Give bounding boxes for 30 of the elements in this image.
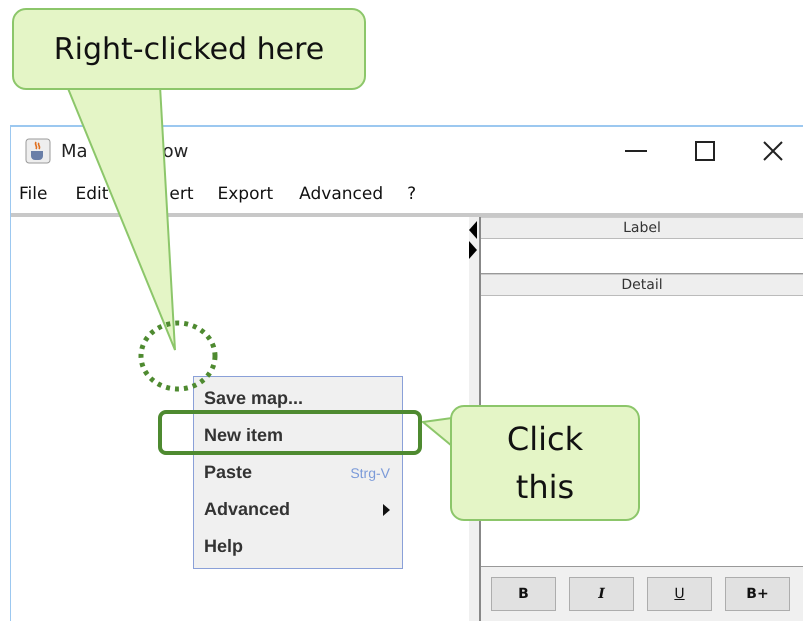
menu-item[interactable]: File <box>17 184 50 204</box>
context-menu-item[interactable]: New item <box>194 417 402 454</box>
menu-item[interactable]: Export <box>216 184 276 204</box>
column-header: Detail <box>481 274 803 296</box>
window-title: ow <box>162 140 188 162</box>
callout-tooltip: Click this <box>450 405 640 521</box>
shortcut-hint: Strg-V <box>350 464 390 480</box>
close-icon[interactable] <box>763 141 783 161</box>
context-menu-item[interactable]: Help <box>194 528 402 565</box>
menu-item[interactable]: ert <box>167 184 196 204</box>
context-menu-item[interactable]: Save map... <box>194 380 402 417</box>
collapse-left-icon[interactable] <box>469 221 477 239</box>
italic-button[interactable]: I <box>569 577 634 611</box>
menu-item[interactable]: ? <box>405 184 418 204</box>
label-field[interactable] <box>481 239 803 274</box>
context-menu-item[interactable]: Paste Strg-V <box>194 454 402 491</box>
column-header: Label <box>481 217 803 239</box>
menu-item[interactable]: Advanced <box>297 184 386 204</box>
underline-button[interactable]: U <box>647 577 712 611</box>
context-menu-item[interactable]: Advanced <box>194 491 402 528</box>
callout-tooltip: Right-clicked here <box>12 8 366 90</box>
coffee-cup-icon <box>25 138 51 164</box>
minimize-icon[interactable] <box>625 149 647 153</box>
maximize-icon[interactable] <box>695 141 715 161</box>
window-title: Ma <box>61 140 88 162</box>
bold-button[interactable]: B+ <box>725 577 790 611</box>
submenu-arrow-icon <box>383 504 390 516</box>
menu-item[interactable]: Edit <box>73 184 110 204</box>
expand-right-icon[interactable] <box>469 241 477 259</box>
bold-button[interactable]: B <box>491 577 556 611</box>
